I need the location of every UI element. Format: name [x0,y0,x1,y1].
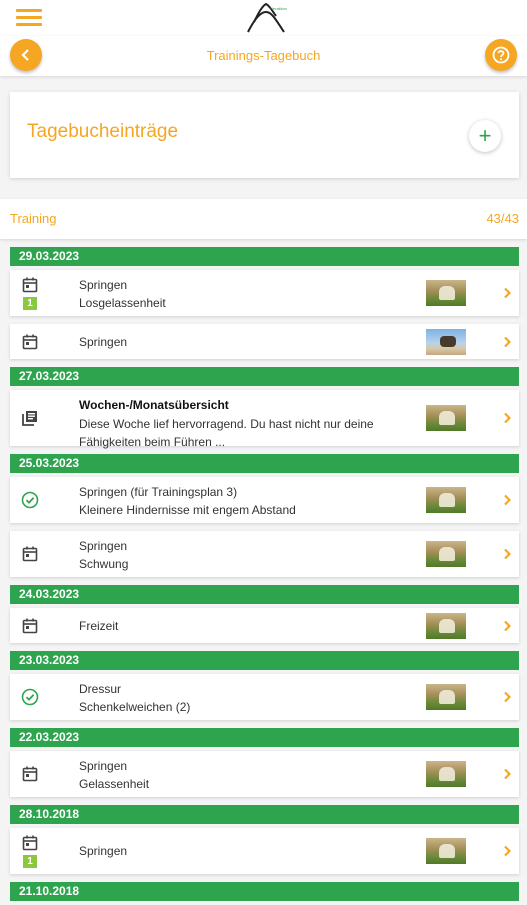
horse-photo [425,279,467,307]
chevron-right-icon [502,287,512,299]
check-circle-icon [21,688,39,706]
horse-photo [425,760,467,788]
entry-title: Springen [79,278,128,292]
chevron-right-icon [502,548,512,560]
date-header: 28.10.2018 [10,805,519,824]
nav-bar: Trainings-Tagebuch [0,36,527,76]
diary-entry-row[interactable]: 1 Springen Losgelassenheit [10,270,519,316]
check-circle-icon [21,491,39,509]
entry-title: Freizeit [79,618,119,633]
app-logo: Heraklion [247,2,287,33]
top-app-bar: Heraklion [0,0,527,36]
entry-subtitle: Schenkelweichen (2) [79,700,191,714]
add-entry-button[interactable]: + [469,120,501,152]
chevron-right-icon [502,620,512,632]
diary-entry-row[interactable]: Springen Schwung [10,531,519,577]
entry-title: Springen [79,334,128,349]
chevron-right-icon [502,412,512,424]
chevron-right-icon [502,336,512,348]
calendar-icon [21,333,39,351]
chevron-right-icon [502,845,512,857]
entry-title: Wochen-/Monatsübersicht [79,398,229,412]
plan-badge: 1 [23,855,37,868]
entry-subtitle: Gelassenheit [79,777,150,791]
calendar-icon [21,617,39,635]
chevron-right-icon [502,768,512,780]
horse-photo [425,683,467,711]
calendar-icon [21,276,39,294]
entry-title: Springen (für Trainingsplan 3) [79,485,238,499]
entry-title: Springen [79,844,128,858]
diary-entry-row[interactable]: 1 Springen [10,828,519,874]
diary-entry-row[interactable]: Springen [10,324,519,359]
section-label: Training [10,211,57,226]
summary-icon [21,409,39,427]
horse-photo [425,837,467,865]
horse-photo [425,611,467,640]
svg-text:Heraklion: Heraklion [270,6,287,11]
date-header: 24.03.2023 [10,585,519,604]
entries-title: Tagebucheinträge [27,121,179,142]
chevron-right-icon [502,691,512,703]
entry-subtitle-continued: Fähigkeiten beim Führen ... [79,435,226,449]
entry-title: Springen [79,759,128,773]
entry-title: Springen [79,539,128,553]
help-button[interactable] [485,39,517,71]
calendar-icon [21,765,39,783]
diary-entry-row[interactable]: Freizeit [10,608,519,643]
diary-list: 29.03.2023 1 Springen Losgelassenheit Spring… [0,247,527,905]
calendar-icon [21,834,39,852]
horse-photo [425,486,467,514]
date-header: 22.03.2023 [10,728,519,747]
date-header: 25.03.2023 [10,454,519,473]
entry-count: 43/43 [486,211,519,226]
entry-subtitle: Kleinere Hindernisse mit engem Abstand [79,503,296,517]
horse-jump-photo [425,327,467,356]
calendar-icon [21,545,39,563]
diary-entry-row[interactable]: Springen (für Trainingsplan 3) Kleinere H… [10,477,519,523]
date-header: 21.10.2018 [10,882,519,901]
training-section-bar: Training 43/43 [0,199,527,239]
entries-card: Tagebucheinträge + [10,92,519,178]
date-header: 27.03.2023 [10,367,519,386]
diary-entry-row[interactable]: Wochen-/Monatsübersicht Diese Woche lief … [10,390,519,449]
horse-photo [425,404,467,432]
entry-subtitle: Losgelassenheit [79,296,166,310]
date-header: 29.03.2023 [10,247,519,266]
horse-photo [425,540,467,568]
chevron-right-icon [502,494,512,506]
date-header: 23.03.2023 [10,651,519,670]
plan-badge: 1 [23,297,37,310]
entry-subtitle: Schwung [79,557,129,571]
menu-icon[interactable] [16,9,42,27]
page-title: Trainings-Tagebuch [206,48,321,63]
entry-subtitle: Diese Woche lief hervorragend. Du hast n… [79,417,374,431]
diary-entry-row[interactable]: Dressur Schenkelweichen (2) [10,674,519,720]
diary-entry-row[interactable]: Springen Gelassenheit [10,751,519,797]
help-icon [492,46,510,64]
entry-title: Dressur [79,682,122,696]
